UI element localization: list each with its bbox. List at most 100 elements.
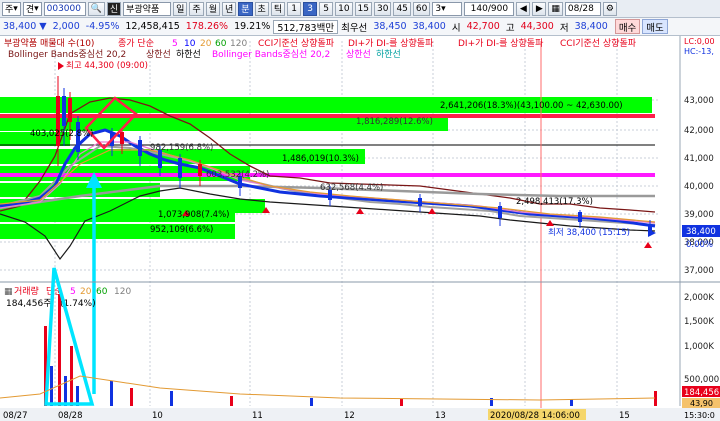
date-field[interactable]: 08/28 <box>564 1 601 16</box>
period-minute[interactable]: 분 <box>238 1 253 16</box>
credit-badge[interactable]: 신 <box>106 1 122 16</box>
sell-button[interactable]: 매도 <box>642 19 668 34</box>
open-label: 시 <box>451 22 461 34</box>
range-field[interactable]: 140/900 <box>464 1 515 16</box>
legend-bb1-lower: 하한선 <box>176 49 201 60</box>
calendar-icon[interactable]: ▦ <box>548 1 563 16</box>
low-label: 저 <box>559 22 569 34</box>
low-annotation: 최저 38,400 (15:15) <box>548 227 630 238</box>
vp-label: 403,025(2.8%) <box>30 129 93 139</box>
interval-45[interactable]: 45 <box>393 1 411 16</box>
volume-bar <box>310 398 313 406</box>
x-tick: 08/27 <box>3 411 28 421</box>
period-tick[interactable]: 틱 <box>270 1 286 16</box>
interval-custom-select[interactable]: 3 ▾ <box>432 1 463 16</box>
volume-bar <box>400 399 403 406</box>
price-pct: 0.00% <box>686 240 713 250</box>
high-label: 고 <box>505 22 515 34</box>
interval-3[interactable]: 3 <box>303 1 318 16</box>
change-rate: -4.95% <box>85 21 120 32</box>
interval-15[interactable]: 15 <box>354 1 372 16</box>
period-day[interactable]: 일 <box>173 1 188 16</box>
period-month[interactable]: 월 <box>205 1 220 16</box>
period-year[interactable]: 년 <box>221 1 237 16</box>
candle <box>62 96 66 126</box>
vp-label: 2,641,206(18.3%)(43,100.00 ~ 42,630.00) <box>440 101 623 111</box>
price-tick: 43,000 <box>684 96 714 106</box>
open-price: 42,700 <box>466 21 500 32</box>
legend-ma5: 5 <box>172 39 178 49</box>
settings-icon[interactable]: ⚙ <box>602 1 617 16</box>
candle <box>578 212 582 222</box>
legend-signal-4: CCI기준선 상향돌파 <box>560 37 637 49</box>
high-annotation: 최고 44,300 (09:00) <box>66 60 148 71</box>
volume-tick: 1,500K <box>684 317 714 327</box>
volume-ma-line <box>0 375 656 401</box>
volume-label: 거래량 <box>14 285 39 297</box>
candle <box>178 158 182 178</box>
legend-bb1-upper: 상한선 <box>146 49 171 60</box>
vp-label: 1,073,908(7.4%) <box>158 210 230 220</box>
interval-1[interactable]: 1 <box>287 1 302 16</box>
buy-button[interactable]: 매수 <box>614 19 641 34</box>
market-select[interactable]: 주 ▾ <box>2 1 21 16</box>
price-tick: 39,000 <box>684 210 714 220</box>
legend-ma120: 120 <box>230 39 247 49</box>
volume-ma20: 20 <box>80 287 92 297</box>
trade-amount: 512,783백만 <box>273 19 339 34</box>
x-tick: 12 <box>344 411 355 421</box>
interval-30[interactable]: 30 <box>374 1 392 16</box>
volume: 12,458,415 <box>125 21 180 32</box>
volume-tick: 1,000K <box>684 342 714 352</box>
candle <box>418 198 422 206</box>
x-tick: 11 <box>252 411 263 421</box>
scroll-right-button[interactable]: ▶ <box>532 1 547 16</box>
volume-bar <box>570 399 573 406</box>
price-tick: 37,000 <box>684 266 714 276</box>
stock-name-field[interactable]: 부광약품 <box>123 1 172 16</box>
quote-bar: 38,400 ▼ 2,000 -4.95% 12,458,415 178.26%… <box>0 18 720 36</box>
type-select[interactable]: 견 ▾ <box>22 1 42 16</box>
x-tick: 08/28 <box>58 411 83 421</box>
volume-icon: ▦ <box>4 287 13 297</box>
volume-tick: 2,000K <box>684 293 714 303</box>
search-icon[interactable]: 🔍 <box>87 1 105 16</box>
legend-signal-3: DI+가 DI-를 상향돌파 <box>458 37 544 49</box>
vp-label: 632,568(4.4%) <box>320 183 383 193</box>
volume-bar <box>58 294 61 406</box>
scroll-left-button[interactable]: ◀ <box>516 1 531 16</box>
period-week[interactable]: 주 <box>189 1 204 16</box>
cursor-right-time: 15:30:0 <box>684 411 715 420</box>
volume-ma60: 60 <box>96 287 108 297</box>
ask-price: 38,450 <box>373 21 407 32</box>
legend-ma-label: 종가 단순 <box>118 38 154 49</box>
toolbar: 주 ▾ 견 ▾ 003000 🔍 신 부광약품 일 주 월 년 분 초 틱 1 3 … <box>0 0 720 18</box>
vp-label: 1,816,289(12.6%) <box>356 117 433 127</box>
bid-price: 38,400 <box>412 21 446 32</box>
period-second[interactable]: 초 <box>254 1 269 16</box>
stock-code-input[interactable]: 003000 <box>43 1 86 16</box>
volume-pane: ▦ 거래량 단순 5 20 60 120 184,456주 (1.74%) 2,… <box>0 267 720 408</box>
interval-5[interactable]: 5 <box>319 1 334 16</box>
volume-tag2: 43,90 <box>690 399 713 408</box>
vp-label: 982,159(6.8%) <box>150 143 213 153</box>
volume-ratio: 178.26% <box>185 21 229 32</box>
legend-bb1: Bollinger Bands중심선 20,2 <box>8 49 126 60</box>
chart-svg[interactable]: 최고 44,300 (09:00) 부광약품 매물대 수(10) 종가 단순 5… <box>0 36 720 421</box>
interval-10[interactable]: 10 <box>335 1 353 16</box>
legend-title: 부광약품 매물대 수(10) <box>4 37 94 49</box>
chart-area[interactable]: 최고 44,300 (09:00) 부광약품 매물대 수(10) 종가 단순 5… <box>0 36 720 421</box>
vp-label: 603,532(4.2%) <box>206 170 269 180</box>
candle <box>138 140 142 156</box>
volume-ma120: 120 <box>114 287 131 297</box>
current-price: 38,400 ▼ <box>3 21 47 32</box>
volume-bar <box>170 391 173 406</box>
legend-bb2-lower: 하한선 <box>376 49 401 60</box>
x-tick: 10 <box>152 411 163 421</box>
interval-60[interactable]: 60 <box>412 1 431 16</box>
candle <box>68 98 72 122</box>
legend-bb2-upper: 상한선 <box>346 49 371 60</box>
legend-ma20: 20 <box>200 39 212 49</box>
volume-bar <box>50 366 53 406</box>
x-tick: 15 <box>619 411 630 421</box>
